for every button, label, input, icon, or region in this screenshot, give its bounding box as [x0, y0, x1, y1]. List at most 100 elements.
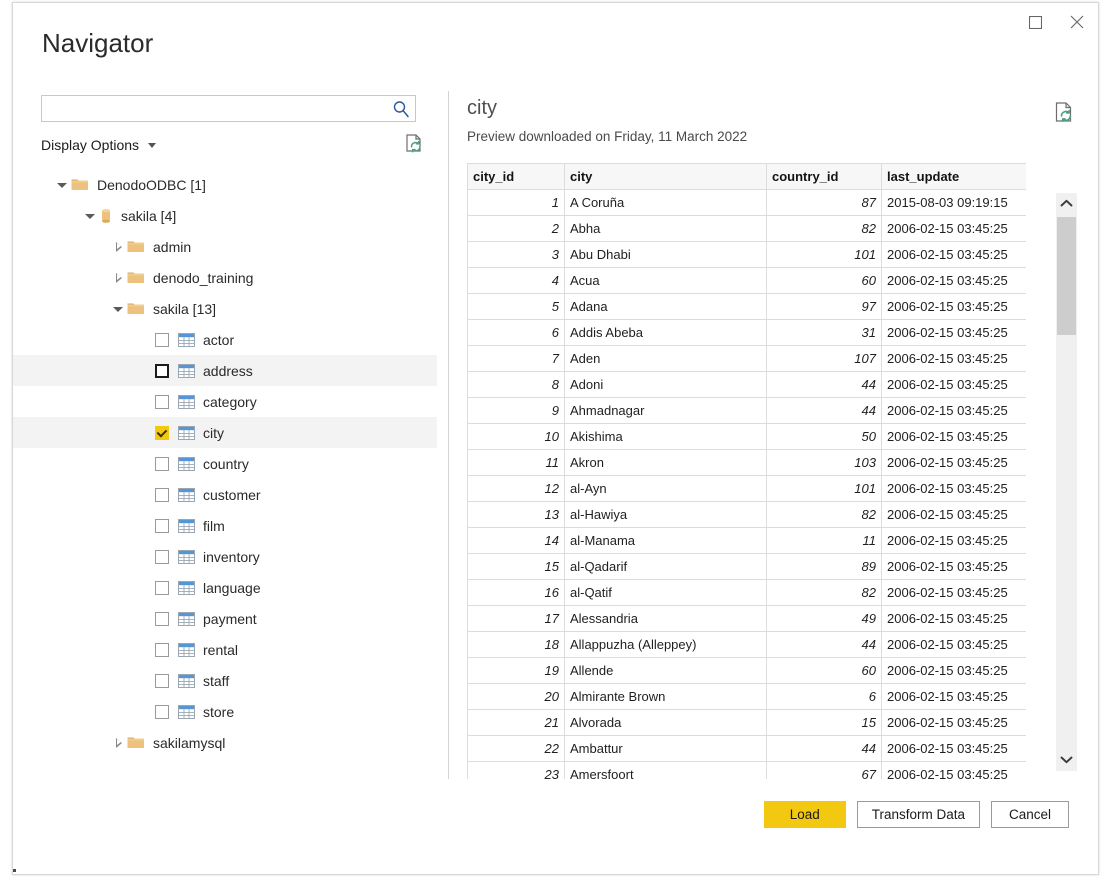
grid-cell-city: Ambattur	[565, 736, 767, 762]
checkbox-unchecked[interactable]	[155, 581, 169, 595]
tree-item-admin[interactable]: admin	[13, 231, 437, 262]
tree-item-denodo_training[interactable]: denodo_training	[13, 262, 437, 293]
collapse-arrow-icon[interactable]	[111, 301, 127, 317]
checkbox-unchecked[interactable]	[155, 395, 169, 409]
grid-row: 2Abha822006-02-15 03:45:25	[468, 216, 1027, 242]
grid-cell-last_update: 2006-02-15 03:45:25	[882, 294, 1027, 320]
tree-item-language[interactable]: language	[13, 572, 437, 603]
checkbox-unchecked[interactable]	[155, 488, 169, 502]
table-icon	[178, 705, 195, 719]
database-icon	[99, 208, 113, 224]
grid-cell-city: al-Manama	[565, 528, 767, 554]
grid-cell-city: al-Ayn	[565, 476, 767, 502]
grid-cell-city_id: 23	[468, 762, 565, 780]
tree-item-country[interactable]: country	[13, 448, 437, 479]
tree-item-store[interactable]: store	[13, 696, 437, 727]
search-input[interactable]	[42, 96, 387, 121]
tree-item-actor[interactable]: actor	[13, 324, 437, 355]
grid-row: 12al-Ayn1012006-02-15 03:45:25	[468, 476, 1027, 502]
grid-column-header-country_id[interactable]: country_id	[767, 164, 882, 190]
maximize-button[interactable]	[1014, 3, 1056, 41]
tree-item-film[interactable]: film	[13, 510, 437, 541]
collapse-arrow-icon[interactable]	[55, 177, 71, 193]
tree-item-staff[interactable]: staff	[13, 665, 437, 696]
tree-item-denodoodbc-1[interactable]: DenodoODBC [1]	[13, 169, 437, 200]
grid-cell-city: Amersfoort	[565, 762, 767, 780]
folder-icon	[127, 270, 145, 285]
display-options-dropdown[interactable]: Display Options	[41, 137, 156, 153]
search-icon[interactable]	[391, 99, 411, 119]
grid-cell-city_id: 8	[468, 372, 565, 398]
tree-item-label: country	[203, 456, 249, 472]
tree-item-inventory[interactable]: inventory	[13, 541, 437, 572]
grid-row: 8Adoni442006-02-15 03:45:25	[468, 372, 1027, 398]
tree-item-sakila-4[interactable]: sakila [4]	[13, 200, 437, 231]
grid-cell-city: A Coruña	[565, 190, 767, 216]
grid-cell-last_update: 2006-02-15 03:45:25	[882, 632, 1027, 658]
checkbox-unchecked[interactable]	[155, 333, 169, 347]
tree-item-city[interactable]: city	[13, 417, 437, 448]
grid-cell-country_id: 11	[767, 528, 882, 554]
grid-cell-city_id: 10	[468, 424, 565, 450]
refresh-preview-button-right[interactable]	[1052, 101, 1076, 125]
load-button[interactable]: Load	[764, 801, 846, 828]
table-icon	[178, 581, 195, 595]
tree-item-label: store	[203, 704, 234, 720]
tree-item-sakila-13[interactable]: sakila [13]	[13, 293, 437, 324]
folder-icon	[127, 735, 145, 750]
checkbox-unchecked[interactable]	[155, 519, 169, 533]
table-icon	[178, 426, 195, 440]
transform-data-button[interactable]: Transform Data	[857, 801, 980, 828]
checkbox-unchecked[interactable]	[155, 612, 169, 626]
tree-item-label: address	[203, 363, 253, 379]
cancel-button[interactable]: Cancel	[991, 801, 1069, 828]
title-bar: Navigator	[13, 3, 1098, 43]
grid-cell-city: Addis Abeba	[565, 320, 767, 346]
expand-arrow-icon[interactable]	[111, 270, 127, 286]
tree-item-address[interactable]: address	[13, 355, 437, 386]
checkbox-unchecked[interactable]	[155, 705, 169, 719]
tree-item-sakilamysql[interactable]: sakilamysql	[13, 727, 437, 758]
tree-spacer	[139, 673, 155, 689]
checkbox-unchecked[interactable]	[155, 457, 169, 471]
preview-vertical-scrollbar[interactable]	[1056, 193, 1077, 771]
tree-item-label: language	[203, 580, 261, 596]
checkbox-checked[interactable]	[155, 426, 169, 440]
tree-item-customer[interactable]: customer	[13, 479, 437, 510]
tree-item-category[interactable]: category	[13, 386, 437, 417]
close-button[interactable]	[1056, 3, 1098, 41]
grid-cell-city_id: 4	[468, 268, 565, 294]
checkbox-unchecked[interactable]	[155, 674, 169, 688]
tree-item-label: film	[203, 518, 225, 534]
checkbox-unchecked-focused[interactable]	[155, 364, 169, 378]
close-icon	[1070, 15, 1084, 29]
grid-cell-city_id: 11	[468, 450, 565, 476]
grid-column-header-city[interactable]: city	[565, 164, 767, 190]
grid-column-header-last_update[interactable]: last_update	[882, 164, 1027, 190]
checkbox-unchecked[interactable]	[155, 550, 169, 564]
checkbox-unchecked[interactable]	[155, 643, 169, 657]
expand-arrow-icon[interactable]	[111, 735, 127, 751]
chevron-down-icon	[1060, 751, 1073, 769]
tree-item-payment[interactable]: payment	[13, 603, 437, 634]
grid-cell-country_id: 82	[767, 502, 882, 528]
tree-item-rental[interactable]: rental	[13, 634, 437, 665]
scroll-down-button[interactable]	[1056, 749, 1077, 771]
expand-arrow-icon[interactable]	[111, 239, 127, 255]
collapse-arrow-icon[interactable]	[83, 208, 99, 224]
grid-cell-last_update: 2006-02-15 03:45:25	[882, 554, 1027, 580]
grid-cell-city: Adana	[565, 294, 767, 320]
grid-cell-city: Ahmadnagar	[565, 398, 767, 424]
preview-panel: city Preview downloaded on Friday, 11 Ma…	[453, 81, 1098, 779]
grid-cell-city: al-Qatif	[565, 580, 767, 606]
grid-cell-country_id: 82	[767, 580, 882, 606]
scrollbar-thumb[interactable]	[1057, 217, 1076, 335]
grid-cell-city: Aden	[565, 346, 767, 372]
grid-row: 11Akron1032006-02-15 03:45:25	[468, 450, 1027, 476]
grid-column-header-city_id[interactable]: city_id	[468, 164, 565, 190]
grid-cell-last_update: 2006-02-15 03:45:25	[882, 580, 1027, 606]
refresh-preview-button-left[interactable]	[403, 133, 425, 155]
grid-cell-city: Adoni	[565, 372, 767, 398]
scroll-up-button[interactable]	[1056, 193, 1077, 215]
search-box[interactable]	[41, 95, 416, 122]
